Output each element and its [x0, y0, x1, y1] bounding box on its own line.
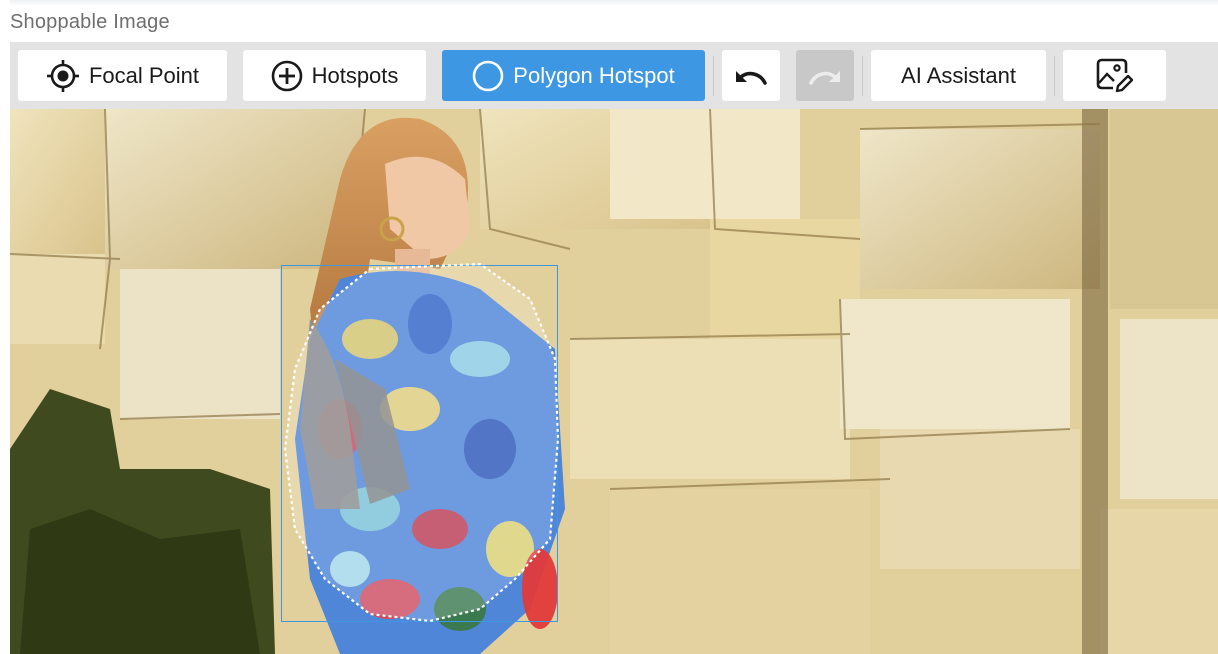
polygon-hotspot-label: Polygon Hotspot	[513, 62, 675, 88]
polygon-hotspot-overlay[interactable]	[10, 109, 1218, 654]
top-divider	[10, 0, 1218, 6]
toolbar: Focal Point Hotspots Polygon Hotspot AI …	[10, 42, 1218, 109]
image-edit-button[interactable]	[1063, 50, 1166, 101]
focal-point-button[interactable]: Focal Point	[18, 50, 227, 101]
plus-circle-icon	[271, 60, 303, 92]
redo-icon	[808, 65, 842, 87]
ai-assistant-label: AI Assistant	[901, 62, 1016, 88]
undo-icon	[734, 65, 768, 87]
section-title: Shoppable Image	[10, 11, 170, 33]
image-canvas[interactable]	[10, 109, 1218, 654]
toolbar-separator	[713, 56, 714, 96]
undo-button[interactable]	[722, 50, 780, 101]
toolbar-separator	[1054, 56, 1055, 96]
hotspots-button[interactable]: Hotspots	[243, 50, 426, 101]
ai-assistant-button[interactable]: AI Assistant	[871, 50, 1046, 101]
toolbar-separator	[862, 56, 863, 96]
redo-button[interactable]	[796, 50, 854, 101]
polygon-hotspot-shape[interactable]	[283, 262, 560, 623]
focal-point-icon	[46, 59, 80, 93]
circle-icon	[472, 60, 504, 92]
image-edit-icon	[1095, 57, 1135, 95]
hotspots-label: Hotspots	[311, 62, 399, 88]
polygon-hotspot-button[interactable]: Polygon Hotspot	[442, 50, 705, 101]
focal-point-label: Focal Point	[88, 62, 200, 88]
